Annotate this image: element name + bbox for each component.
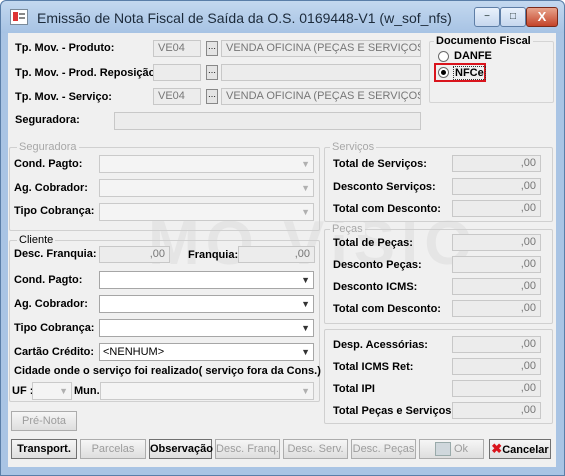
tp-mov-reposicao-label: Tp. Mov. - Prod. Reposição: <box>15 67 160 79</box>
cli-tipo-cobranca-select[interactable]: ▼ <box>99 319 314 337</box>
transport-button[interactable]: Transport. <box>11 439 77 459</box>
nfce-radio[interactable] <box>438 67 449 78</box>
desconto-pecas-label: Desconto Peças: <box>333 259 422 271</box>
tp-mov-servico-description: VENDA OFICINA (PEÇAS E SERVIÇOS) <box>221 88 421 105</box>
tp-mov-servico-lookup-icon[interactable]: ⋯ <box>206 89 218 104</box>
desc-pecas-button[interactable]: Desc. Peças <box>351 439 416 459</box>
pecas-total-desconto-label: Total com Desconto: <box>333 303 441 315</box>
cartao-credito-select[interactable]: <NENHUM> ▼ <box>99 343 314 361</box>
cidade-servico-label: Cidade onde o serviço foi realizado( ser… <box>14 365 321 377</box>
cancelar-button[interactable]: ✖Cancelar <box>489 439 551 459</box>
cancelar-button-label: Cancelar <box>502 444 549 456</box>
documento-fiscal-title: Documento Fiscal <box>434 35 533 47</box>
cli-ag-cobrador-select[interactable]: ▼ <box>99 295 314 313</box>
franquia-field[interactable]: ,00 <box>238 246 315 263</box>
desc-franquia-label: Desc. Franquia: <box>14 248 97 260</box>
total-icms-ret-field[interactable]: ,00 <box>452 358 541 375</box>
window-title: Emissão de Nota Fiscal de Saída da O.S. … <box>37 10 452 26</box>
form-body: MO VISIO Tp. Mov. - Produto: VE04 ⋯ VEND… <box>8 33 556 467</box>
cli-ag-cobrador-label: Ag. Cobrador: <box>14 298 88 310</box>
tp-mov-produto-lookup-icon[interactable]: ⋯ <box>206 41 218 56</box>
pecas-group-title: Peças <box>330 223 365 235</box>
tp-mov-reposicao-code[interactable] <box>153 64 201 81</box>
desconto-pecas-field[interactable]: ,00 <box>452 256 541 273</box>
chevron-down-icon: ▼ <box>301 207 310 217</box>
tp-mov-reposicao-description <box>221 64 421 81</box>
cli-tipo-cobranca-label: Tipo Cobrança: <box>14 322 95 334</box>
chevron-down-icon: ▼ <box>301 275 310 285</box>
seg-cond-pagto-select[interactable]: ▼ <box>99 155 314 173</box>
danfe-radio[interactable] <box>438 51 449 62</box>
nfce-label[interactable]: NFCe <box>453 66 486 80</box>
ok-button[interactable]: Ok <box>419 439 484 459</box>
desconto-servicos-label: Desconto Serviços: <box>333 181 436 193</box>
uf-select[interactable]: ▼ <box>32 382 72 400</box>
total-pecas-servicos-label: Total Peças e Serviços: <box>333 405 456 417</box>
desconto-icms-field[interactable]: ,00 <box>452 278 541 295</box>
tp-mov-produto-description: VENDA OFICINA (PEÇAS E SERVIÇOS) <box>221 40 421 57</box>
tp-mov-servico-label: Tp. Mov. - Serviço: <box>15 91 112 103</box>
chevron-down-icon: ▼ <box>301 299 310 309</box>
seg-tipo-cobranca-select[interactable]: ▼ <box>99 203 314 221</box>
seg-ag-cobrador-label: Ag. Cobrador: <box>14 182 88 194</box>
seg-ag-cobrador-select[interactable]: ▼ <box>99 179 314 197</box>
desc-franq-button[interactable]: Desc. Franq. <box>215 439 280 459</box>
servicos-total-desconto-label: Total com Desconto: <box>333 203 441 215</box>
total-icms-ret-label: Total ICMS Ret: <box>333 361 414 373</box>
chevron-down-icon: ▼ <box>59 386 68 396</box>
desc-serv-button[interactable]: Desc. Serv. <box>283 439 348 459</box>
municipio-select[interactable]: ▼ <box>100 382 314 400</box>
minimize-button[interactable]: − <box>474 7 500 27</box>
desconto-icms-label: Desconto ICMS: <box>333 281 418 293</box>
cancel-x-icon: ✖ <box>491 441 503 456</box>
seguradora-group-title: Seguradora <box>17 141 79 153</box>
chevron-down-icon: ▼ <box>301 323 310 333</box>
seg-cond-pagto-label: Cond. Pagto: <box>14 158 83 170</box>
close-button[interactable]: X <box>526 7 558 27</box>
pre-nota-button[interactable]: Pré-Nota <box>11 411 77 431</box>
chevron-down-icon: ▼ <box>301 183 310 193</box>
servicos-total-desconto-field[interactable]: ,00 <box>452 200 541 217</box>
observacao-button[interactable]: Observação <box>149 439 213 459</box>
parcelas-button[interactable]: Parcelas <box>80 439 146 459</box>
seguradora-field[interactable] <box>114 112 421 130</box>
seg-tipo-cobranca-label: Tipo Cobrança: <box>14 205 95 217</box>
chevron-down-icon: ▼ <box>301 159 310 169</box>
total-pecas-field[interactable]: ,00 <box>452 234 541 251</box>
total-ipi-field[interactable]: ,00 <box>452 380 541 397</box>
tp-mov-servico-code[interactable]: VE04 <box>153 88 201 105</box>
chevron-down-icon: ▼ <box>301 347 310 357</box>
franquia-label: Franquia: <box>188 249 239 261</box>
seguradora-label: Seguradora: <box>15 114 80 126</box>
desconto-servicos-field[interactable]: ,00 <box>452 178 541 195</box>
total-pecas-servicos-field[interactable]: ,00 <box>452 402 541 419</box>
main-window: Emissão de Nota Fiscal de Saída da O.S. … <box>0 0 565 476</box>
uf-label: UF : <box>12 385 34 397</box>
total-ipi-label: Total IPI <box>333 383 375 395</box>
desc-franquia-field[interactable]: ,00 <box>99 246 170 263</box>
desp-acessorias-label: Desp. Acessórias: <box>333 339 428 351</box>
danfe-label[interactable]: DANFE <box>454 50 492 62</box>
tp-mov-produto-label: Tp. Mov. - Produto: <box>15 42 115 54</box>
servicos-group-title: Serviços <box>330 141 377 153</box>
app-icon <box>10 9 28 25</box>
chevron-down-icon: ▼ <box>301 386 310 396</box>
cli-cond-pagto-select[interactable]: ▼ <box>99 271 314 289</box>
cli-cond-pagto-label: Cond. Pagto: <box>14 274 83 286</box>
ok-button-label: Ok <box>453 443 469 455</box>
maximize-button[interactable]: □ <box>500 7 526 27</box>
total-pecas-label: Total de Peças: <box>333 237 413 249</box>
municipio-label: Mun.: <box>74 385 104 397</box>
tp-mov-reposicao-lookup-icon[interactable]: ⋯ <box>206 65 218 80</box>
ok-check-icon <box>434 442 451 457</box>
desp-acessorias-field[interactable]: ,00 <box>452 336 541 353</box>
cartao-credito-label: Cartão Crédito: <box>14 346 95 358</box>
pecas-total-desconto-field[interactable]: ,00 <box>452 300 541 317</box>
total-servicos-label: Total de Serviços: <box>333 158 427 170</box>
title-bar[interactable]: Emissão de Nota Fiscal de Saída da O.S. … <box>1 1 564 33</box>
tp-mov-produto-code[interactable]: VE04 <box>153 40 201 57</box>
total-servicos-field[interactable]: ,00 <box>452 155 541 172</box>
cliente-group-title: Cliente <box>17 234 56 246</box>
